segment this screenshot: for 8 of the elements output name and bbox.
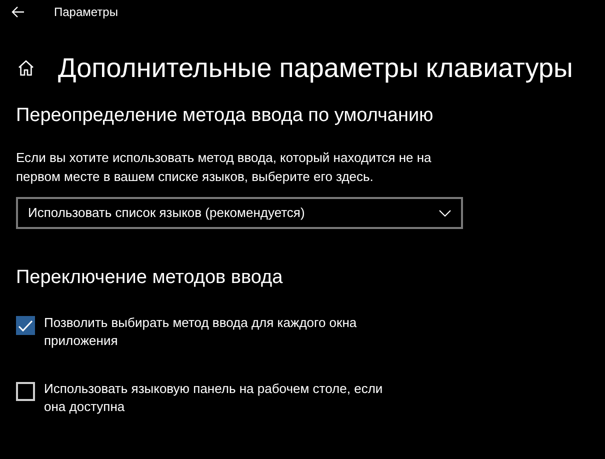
description-text: Если вы хотите использовать метод ввода, который находится не на первом месте в вашем списке языков, выберите его здесь. — [16, 149, 432, 186]
section-heading: Переключение методов ввода — [16, 266, 284, 290]
checkbox-label: Позволить выбирать метод ввода для каждого окна приложения — [44, 314, 358, 350]
language-dropdown[interactable]: Использовать список языков (рекомендуется) — [16, 197, 463, 229]
window-title: Параметры — [54, 4, 118, 21]
section-heading: Переопределение метода ввода по умолчанию — [16, 104, 434, 128]
checkbox-label: Использовать языковую панель на рабочем столе, если она доступна — [44, 380, 384, 416]
page-title: Дополнительные параметры клавиатуры — [58, 52, 573, 85]
